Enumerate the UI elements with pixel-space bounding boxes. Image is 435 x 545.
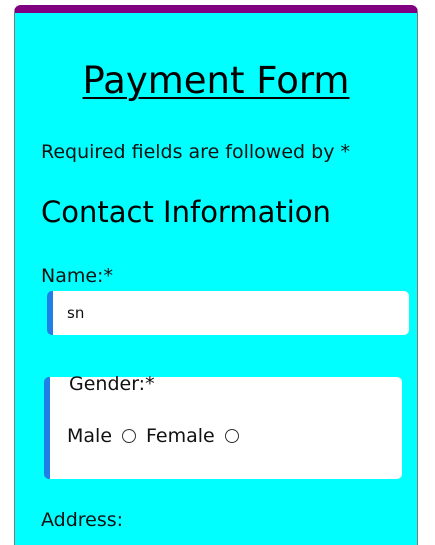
address-label: Address: [41, 509, 124, 531]
payment-form-card: Payment Form Required fields are followe… [14, 5, 418, 545]
required-fields-note: Required fields are followed by * [41, 141, 350, 163]
gender-radio-male[interactable] [122, 429, 137, 443]
section-title-contact: Contact Information [41, 195, 331, 229]
gender-label: Gender:* [69, 373, 155, 395]
name-input[interactable] [47, 291, 409, 335]
page-title: Payment Form [82, 59, 350, 102]
gender-option-male-label: Male [67, 425, 113, 447]
gender-option-female-label: Female [146, 425, 215, 447]
gender-options: Male Female [67, 425, 249, 447]
name-label: Name:* [41, 265, 113, 287]
gender-radio-female[interactable] [224, 429, 239, 443]
